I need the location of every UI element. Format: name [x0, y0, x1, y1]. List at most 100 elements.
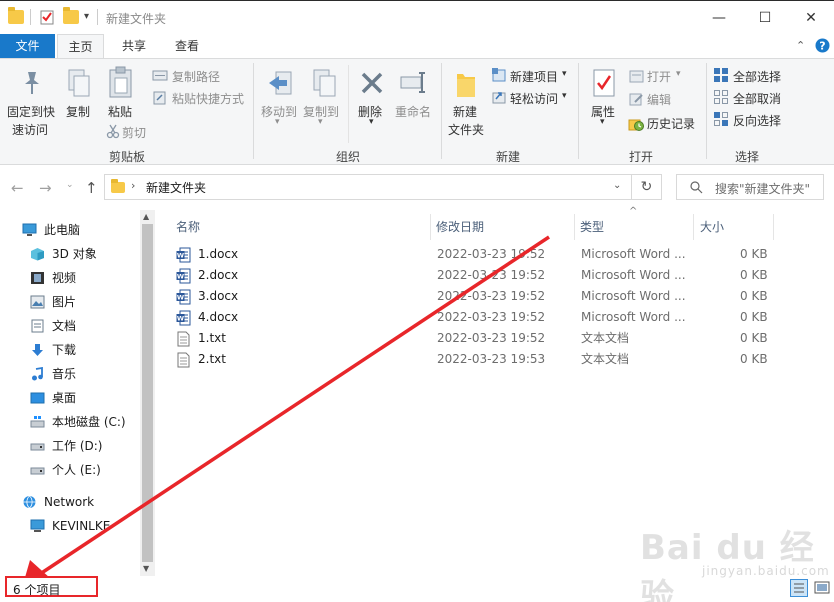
address-box[interactable]: › 新建文件夹 ⌄ [104, 174, 632, 200]
table-row[interactable]: W 3.docx 2022-03-23 19:52 Microsoft Word ..… [172, 286, 772, 307]
edit-icon[interactable] [629, 92, 644, 106]
delete-icon[interactable] [360, 71, 384, 95]
move-to-icon[interactable] [267, 68, 295, 100]
watermark-sub-text: jingyan.baidu.com [702, 564, 830, 578]
maximize-button[interactable]: ☐ [742, 1, 788, 35]
divider [348, 65, 349, 143]
column-header-type[interactable]: 类型 [580, 216, 604, 238]
copy-icon[interactable] [66, 68, 92, 100]
minimize-button[interactable]: — [696, 1, 742, 35]
easy-access-icon[interactable] [491, 89, 507, 105]
move-to-dropdown-icon[interactable]: ▾ [275, 117, 280, 127]
paste-icon[interactable] [107, 66, 135, 100]
new-folder-label-1[interactable]: 新建 [453, 103, 477, 120]
paste-button[interactable]: 粘贴 [108, 103, 132, 120]
new-item-button[interactable]: 新建项目 [510, 68, 558, 85]
column-divider[interactable] [773, 214, 774, 240]
breadcrumb-path[interactable]: 新建文件夹 [146, 179, 206, 196]
invert-selection-button[interactable]: 反向选择 [733, 112, 781, 129]
file-name[interactable]: 4.docx [198, 307, 238, 328]
paste-shortcut-button[interactable]: 粘贴快捷方式 [172, 90, 244, 107]
open-dropdown-icon[interactable]: ▾ [676, 69, 681, 79]
file-name[interactable]: 3.docx [198, 286, 238, 307]
copy-path-icon[interactable] [152, 69, 168, 82]
pin-quick-access-label-2[interactable]: 速访问 [12, 121, 48, 138]
up-arrow-icon[interactable]: ↑ [85, 179, 98, 197]
column-header-name[interactable]: 名称 [176, 216, 200, 238]
new-folder-icon[interactable] [455, 69, 477, 99]
rename-button[interactable]: 重命名 [395, 103, 431, 120]
properties-dropdown-icon[interactable]: ▾ [600, 117, 605, 127]
collapse-ribbon-icon[interactable]: ⌃ [796, 39, 805, 52]
file-modified-date: 2022-03-23 19:52 [437, 310, 546, 324]
properties-quick-icon[interactable] [39, 9, 55, 25]
nav-scrollbar-thumb[interactable] [142, 224, 153, 562]
paste-shortcut-icon[interactable] [153, 90, 167, 105]
easy-access-dropdown-icon[interactable]: ▾ [562, 91, 567, 101]
pin-quick-access-label-1[interactable]: 固定到快 [7, 103, 55, 120]
back-arrow-icon[interactable]: ← [11, 179, 24, 197]
delete-dropdown-icon[interactable]: ▾ [369, 117, 374, 127]
table-row[interactable]: 2.txt 2022-03-23 19:53 文本文档 0 KB [172, 349, 772, 370]
file-name[interactable]: 2.txt [198, 349, 226, 370]
nav-item-label: 下载 [52, 343, 77, 357]
select-all-button[interactable]: 全部选择 [733, 68, 781, 85]
open-button[interactable]: 打开 [647, 68, 671, 85]
invert-selection-icon[interactable] [713, 111, 729, 127]
cut-icon[interactable] [106, 124, 120, 139]
pin-icon[interactable] [20, 69, 44, 97]
file-type: 文本文档 [581, 352, 630, 366]
network-icon [23, 495, 36, 509]
tab-home[interactable]: 主页 [57, 34, 104, 59]
file-name[interactable]: 2.docx [198, 265, 238, 286]
scroll-down-icon[interactable]: ▼ [143, 564, 149, 573]
copy-to-icon[interactable] [311, 68, 339, 100]
table-row[interactable]: W 4.docx 2022-03-23 19:52 Microsoft Word ..… [172, 307, 772, 328]
select-none-icon[interactable] [713, 89, 729, 105]
help-icon[interactable]: ? [815, 38, 830, 53]
file-name[interactable]: 1.docx [198, 244, 238, 265]
column-header-size[interactable]: 大小 [700, 216, 724, 238]
address-dropdown-icon[interactable]: ⌄ [613, 180, 621, 191]
new-item-dropdown-icon[interactable]: ▾ [562, 69, 567, 79]
nav-item-label: 桌面 [52, 391, 77, 405]
column-divider[interactable] [693, 214, 694, 240]
open-icon[interactable] [629, 69, 644, 83]
copy-to-dropdown-icon[interactable]: ▾ [318, 117, 323, 127]
file-type: 文本文档 [581, 331, 630, 345]
forward-arrow-icon[interactable]: → [39, 179, 52, 197]
close-button[interactable]: ✕ [788, 1, 834, 35]
properties-icon[interactable] [592, 68, 616, 98]
cube-icon [31, 248, 44, 261]
copy-button[interactable]: 复制 [66, 103, 90, 120]
history-button[interactable]: 历史记录 [647, 115, 695, 132]
select-all-icon[interactable] [713, 67, 729, 83]
scroll-up-icon[interactable]: ▲ [143, 212, 149, 221]
easy-access-button[interactable]: 轻松访问 [510, 90, 558, 107]
edit-button[interactable]: 编辑 [647, 91, 671, 108]
new-folder-label-2[interactable]: 文件夹 [448, 121, 484, 138]
select-none-button[interactable]: 全部取消 [733, 90, 781, 107]
refresh-button[interactable]: ↻ [632, 174, 662, 200]
column-divider[interactable] [430, 214, 431, 240]
history-icon[interactable] [628, 116, 644, 132]
column-divider[interactable] [574, 214, 575, 240]
tab-file[interactable]: 文件 [0, 34, 55, 58]
file-type: Microsoft Word ... [581, 247, 686, 261]
new-folder-quick-icon[interactable] [63, 7, 79, 24]
quick-access-dropdown-icon[interactable]: ▾ [84, 11, 89, 22]
file-name[interactable]: 1.txt [198, 328, 226, 349]
column-header-modified[interactable]: 修改日期 [436, 216, 484, 238]
recent-locations-icon[interactable]: ⌄ [66, 180, 74, 190]
table-row[interactable]: W 1.docx 2022-03-23 19:52 Microsoft Word ..… [172, 244, 772, 265]
tab-share[interactable]: 共享 [112, 34, 156, 58]
table-row[interactable]: 1.txt 2022-03-23 19:52 文本文档 0 KB [172, 328, 772, 349]
tab-view[interactable]: 查看 [165, 34, 209, 58]
rename-icon[interactable] [400, 71, 428, 95]
table-row[interactable]: W 2.docx 2022-03-23 19:52 Microsoft Word ..… [172, 265, 772, 286]
search-input[interactable]: 搜索"新建文件夹" [676, 174, 824, 200]
new-item-icon[interactable] [491, 67, 507, 83]
cut-button[interactable]: 剪切 [122, 124, 146, 141]
group-divider [578, 63, 579, 159]
copy-path-button[interactable]: 复制路径 [172, 68, 220, 85]
